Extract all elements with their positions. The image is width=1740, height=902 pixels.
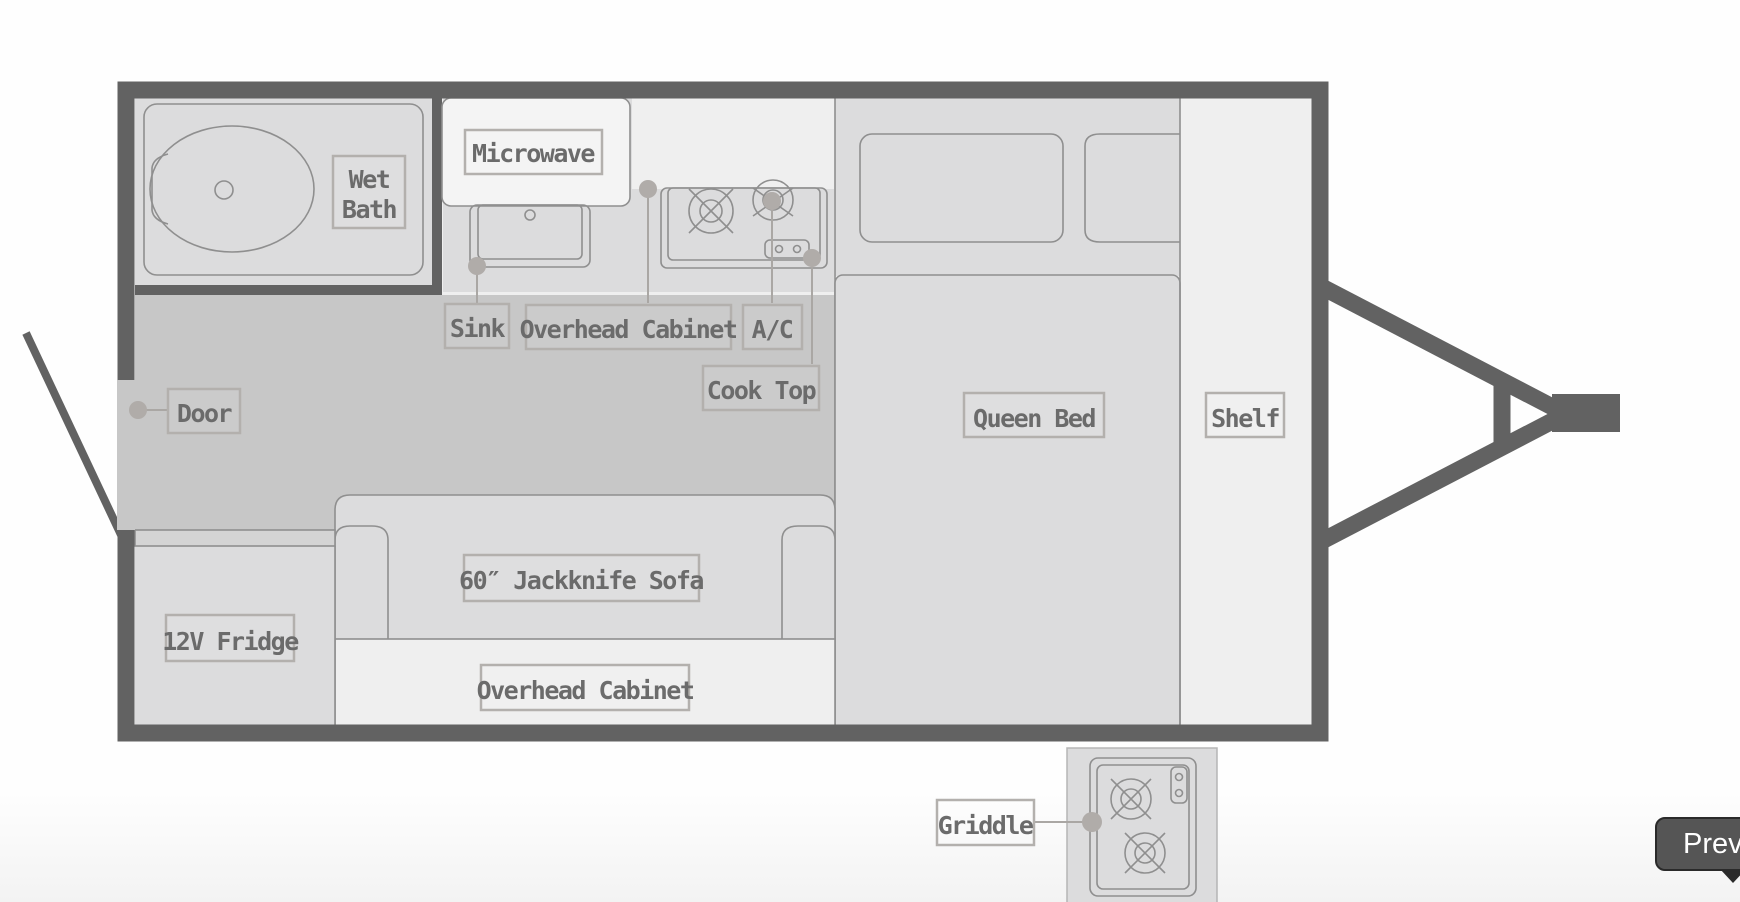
trailer-floorplan: Wet Bath Microwave Sink Overhead Cabinet… [22,81,1620,902]
label-door: Door [166,387,242,435]
svg-text:Overhead Cabinet: Overhead Cabinet [477,676,694,705]
svg-text:12V Fridge: 12V Fridge [162,627,299,656]
svg-text:A/C: A/C [752,315,793,344]
svg-text:Overhead Cabinet: Overhead Cabinet [520,315,737,344]
label-wet-bath: Wet Bath [331,154,407,230]
svg-text:Cook Top: Cook Top [707,376,816,405]
label-sink: Sink [443,302,511,350]
label-sofa: 60″ Jackknife Sofa [459,553,705,603]
door-swing-line [22,331,126,539]
svg-text:Microwave: Microwave [472,139,595,168]
prev-button[interactable]: Prev [1655,817,1740,883]
trailer-hitch [1318,279,1620,549]
floorplan-viewer: Wet Bath Microwave Sink Overhead Cabinet… [0,0,1740,902]
svg-text:Wet: Wet [349,165,390,194]
svg-text:Queen Bed: Queen Bed [973,404,1095,433]
svg-text:Shelf: Shelf [1211,404,1279,433]
label-ac: A/C [741,303,804,351]
svg-text:Sink: Sink [450,314,506,343]
label-overhead-cabinet-bottom: Overhead Cabinet [477,663,695,712]
label-queen-bed: Queen Bed [962,391,1106,439]
svg-text:Griddle: Griddle [938,811,1034,840]
label-griddle: Griddle [935,798,1035,847]
label-overhead-cabinet-top: Overhead Cabinet [520,303,738,351]
label-fridge: 12V Fridge [162,613,301,663]
svg-text:60″ Jackknife Sofa: 60″ Jackknife Sofa [459,566,703,595]
svg-text:Door: Door [177,399,233,428]
label-microwave: Microwave [463,128,604,176]
label-shelf: Shelf [1204,391,1286,439]
svg-text:Bath: Bath [342,195,397,224]
label-cook-top: Cook Top [701,364,821,412]
